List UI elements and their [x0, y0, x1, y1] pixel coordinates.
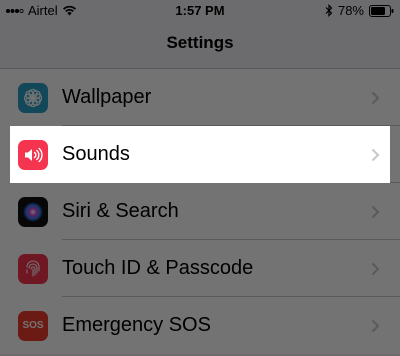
battery-percent: 78%	[337, 3, 364, 18]
settings-row-wallpaper[interactable]: Wallpaper	[0, 69, 400, 126]
settings-row-label: Emergency SOS	[62, 314, 211, 336]
settings-row-label: Wallpaper	[62, 86, 152, 108]
wallpaper-icon	[18, 82, 48, 113]
settings-list: Wallpaper Siri & Search Touch ID & Passc…	[0, 68, 400, 354]
settings-row-label: Siri & Search	[62, 200, 179, 222]
status-bar: Airtel 1:57 PM 78%	[0, 0, 400, 24]
chevron-right-icon	[371, 91, 380, 104]
nav-bar: Settings	[0, 24, 400, 62]
speaker-icon	[18, 139, 48, 170]
settings-row-label: Touch ID & Passcode	[62, 257, 254, 279]
fingerprint-icon	[18, 253, 48, 284]
sos-icon: SOS	[18, 310, 48, 341]
chevron-right-icon	[371, 148, 380, 161]
settings-row-sounds[interactable]: Sounds	[10, 126, 390, 183]
siri-icon	[18, 196, 48, 227]
chevron-right-icon	[371, 319, 380, 332]
chevron-right-icon	[371, 205, 380, 218]
page-title: Settings	[166, 33, 234, 52]
chevron-right-icon	[371, 262, 380, 275]
battery-icon	[369, 4, 394, 17]
settings-row-siri[interactable]: Siri & Search	[0, 183, 400, 240]
settings-row-label: Sounds	[62, 143, 130, 165]
settings-row-touch-id[interactable]: Touch ID & Passcode	[0, 240, 400, 297]
sos-icon-text: SOS	[22, 320, 44, 331]
settings-row-emergency-sos[interactable]: SOS Emergency SOS	[0, 297, 400, 354]
status-right: 78%	[325, 3, 394, 18]
bluetooth-icon	[325, 4, 333, 17]
